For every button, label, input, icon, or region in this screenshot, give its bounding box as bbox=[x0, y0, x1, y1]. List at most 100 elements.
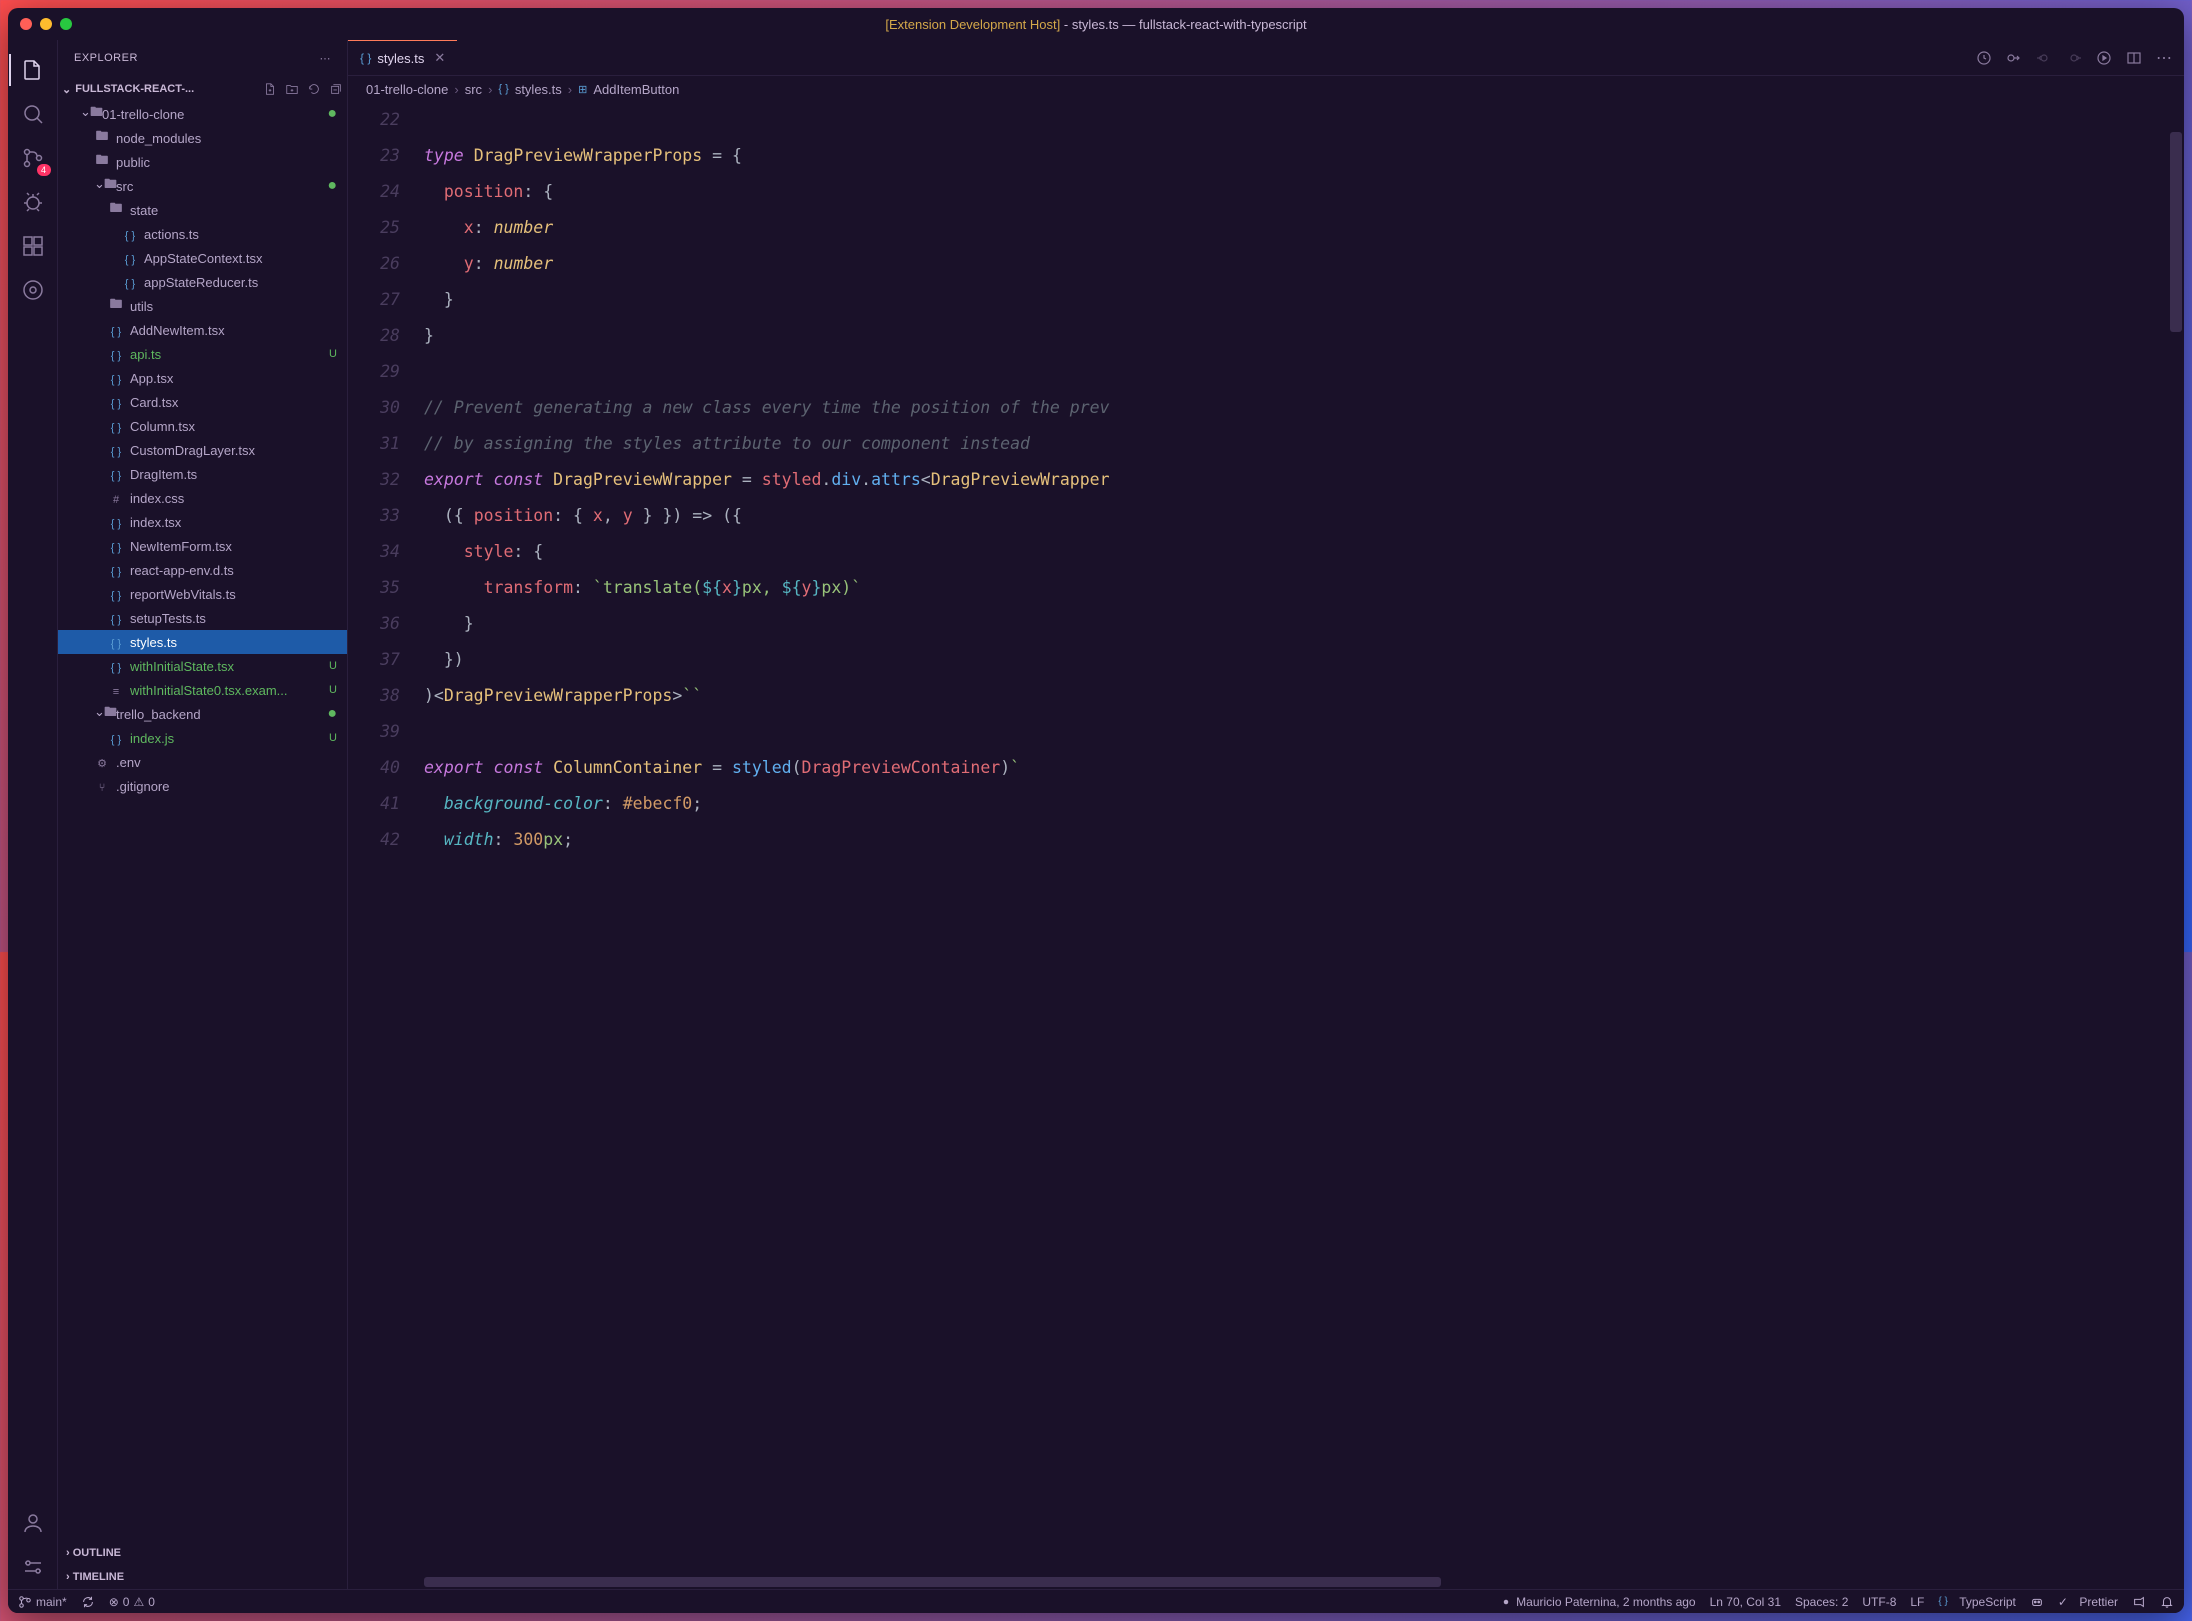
code-line[interactable]: type DragPreviewWrapperProps = { bbox=[424, 138, 2184, 174]
activity-explorer-icon[interactable] bbox=[9, 48, 57, 92]
tree-file[interactable]: #index.css bbox=[58, 486, 347, 510]
window-minimize-button[interactable] bbox=[40, 18, 52, 30]
breadcrumb-item[interactable]: styles.ts bbox=[515, 82, 562, 97]
tree-file[interactable]: { }Column.tsx bbox=[58, 414, 347, 438]
code-line[interactable]: background-color: #ebecf0; bbox=[424, 786, 2184, 822]
minimap-thumb[interactable] bbox=[2170, 132, 2182, 332]
breadcrumb-item[interactable]: 01-trello-clone bbox=[366, 82, 448, 97]
new-folder-icon[interactable] bbox=[285, 82, 299, 96]
tab-close-icon[interactable]: ✕ bbox=[434, 50, 445, 66]
code-line[interactable]: )<DragPreviewWrapperProps>`` bbox=[424, 678, 2184, 714]
tree-folder[interactable]: ⌄🖿trello_backend● bbox=[58, 702, 347, 726]
code-line[interactable]: width: 300px; bbox=[424, 822, 2184, 858]
activity-debug-icon[interactable] bbox=[9, 180, 57, 224]
timeline-section[interactable]: › TIMELINE bbox=[58, 1565, 347, 1589]
code-line[interactable]: position: { bbox=[424, 174, 2184, 210]
tree-file[interactable]: { }api.tsU bbox=[58, 342, 347, 366]
tree-file[interactable]: { }appStateReducer.ts bbox=[58, 270, 347, 294]
code-line[interactable]: style: { bbox=[424, 534, 2184, 570]
code-line[interactable]: // Prevent generating a new class every … bbox=[424, 390, 2184, 426]
new-file-icon[interactable] bbox=[263, 82, 277, 96]
outline-section[interactable]: › OUTLINE bbox=[58, 1541, 347, 1565]
activity-source-control-icon[interactable]: 4 bbox=[9, 136, 57, 180]
tree-file[interactable]: { }Card.tsx bbox=[58, 390, 347, 414]
tree-file[interactable]: { }DragItem.ts bbox=[58, 462, 347, 486]
tree-folder[interactable]: 🖿node_modules bbox=[58, 126, 347, 150]
tab-styles-ts[interactable]: { } styles.ts ✕ bbox=[348, 40, 457, 75]
status-prettier[interactable]: ✓ Prettier bbox=[2058, 1595, 2118, 1609]
code-line[interactable]: x: number bbox=[424, 210, 2184, 246]
code-line[interactable] bbox=[424, 714, 2184, 750]
breadcrumb-item[interactable]: AddItemButton bbox=[593, 82, 679, 97]
code-line[interactable]: } bbox=[424, 318, 2184, 354]
status-sync[interactable] bbox=[81, 1595, 95, 1609]
breadcrumbs[interactable]: 01-trello-clone › src › { } styles.ts › … bbox=[348, 76, 2184, 102]
tree-file[interactable]: { }styles.ts bbox=[58, 630, 347, 654]
status-notifications-icon[interactable] bbox=[2160, 1595, 2174, 1609]
status-git-blame[interactable]: Mauricio Paternina, 2 months ago bbox=[1500, 1595, 1695, 1609]
tree-file[interactable]: { }react-app-env.d.ts bbox=[58, 558, 347, 582]
run-icon[interactable] bbox=[2096, 50, 2112, 66]
activity-search-icon[interactable] bbox=[9, 92, 57, 136]
history-icon[interactable] bbox=[1976, 50, 1992, 66]
minimap[interactable] bbox=[2168, 102, 2184, 1589]
tree-folder[interactable]: 🖿state bbox=[58, 198, 347, 222]
activity-extensions-icon[interactable] bbox=[9, 224, 57, 268]
tree-folder[interactable]: ⌄🖿src● bbox=[58, 174, 347, 198]
tree-file[interactable]: ⚙.env bbox=[58, 750, 347, 774]
next-change-icon[interactable] bbox=[2066, 50, 2082, 66]
tree-file[interactable]: { }setupTests.ts bbox=[58, 606, 347, 630]
code-line[interactable]: export const DragPreviewWrapper = styled… bbox=[424, 462, 2184, 498]
activity-account-icon[interactable] bbox=[9, 1501, 57, 1545]
tree-file[interactable]: { }AddNewItem.tsx bbox=[58, 318, 347, 342]
changes-icon[interactable] bbox=[2006, 50, 2022, 66]
collapse-all-icon[interactable] bbox=[329, 82, 343, 96]
prev-change-icon[interactable] bbox=[2036, 50, 2052, 66]
code-line[interactable]: // by assigning the styles attribute to … bbox=[424, 426, 2184, 462]
status-copilot-icon[interactable] bbox=[2030, 1595, 2044, 1609]
more-actions-icon[interactable]: ⋯ bbox=[2156, 48, 2172, 68]
tree-file[interactable]: ⑂.gitignore bbox=[58, 774, 347, 798]
refresh-icon[interactable] bbox=[307, 82, 321, 96]
status-problems[interactable]: ⊗0 ⚠0 bbox=[109, 1595, 155, 1609]
tree-file[interactable]: { }index.tsx bbox=[58, 510, 347, 534]
status-eol[interactable]: LF bbox=[1910, 1595, 1924, 1609]
tree-file[interactable]: { }NewItemForm.tsx bbox=[58, 534, 347, 558]
split-editor-icon[interactable] bbox=[2126, 50, 2142, 66]
code-line[interactable]: }) bbox=[424, 642, 2184, 678]
horizontal-scrollbar[interactable] bbox=[424, 1577, 2064, 1587]
code-line[interactable] bbox=[424, 102, 2184, 138]
window-close-button[interactable] bbox=[20, 18, 32, 30]
tree-file[interactable]: { }actions.ts bbox=[58, 222, 347, 246]
tree-folder[interactable]: ⌄🖿01-trello-clone● bbox=[58, 102, 347, 126]
tree-file[interactable]: ≡withInitialState0.tsx.exam...U bbox=[58, 678, 347, 702]
explorer-more-icon[interactable]: ⋯ bbox=[320, 52, 332, 65]
tree-file[interactable]: { }withInitialState.tsxU bbox=[58, 654, 347, 678]
code-line[interactable]: ({ position: { x, y } }) => ({ bbox=[424, 498, 2184, 534]
tree-file[interactable]: { }index.jsU bbox=[58, 726, 347, 750]
status-language[interactable]: { } TypeScript bbox=[1938, 1595, 2016, 1609]
tree-file[interactable]: { }CustomDragLayer.tsx bbox=[58, 438, 347, 462]
tree-file[interactable]: { }App.tsx bbox=[58, 366, 347, 390]
file-tree[interactable]: ⌄🖿01-trello-clone●🖿node_modules🖿public⌄🖿… bbox=[58, 102, 347, 1541]
window-maximize-button[interactable] bbox=[60, 18, 72, 30]
code-content[interactable]: type DragPreviewWrapperProps = { positio… bbox=[424, 102, 2184, 1589]
activity-settings-icon[interactable] bbox=[9, 1545, 57, 1589]
tree-file[interactable]: { }AppStateContext.tsx bbox=[58, 246, 347, 270]
code-line[interactable]: } bbox=[424, 606, 2184, 642]
status-cursor-position[interactable]: Ln 70, Col 31 bbox=[1710, 1595, 1781, 1609]
status-branch[interactable]: main* bbox=[18, 1595, 67, 1609]
tree-folder[interactable]: 🖿public bbox=[58, 150, 347, 174]
code-line[interactable] bbox=[424, 354, 2184, 390]
code-line[interactable]: } bbox=[424, 282, 2184, 318]
code-line[interactable]: y: number bbox=[424, 246, 2184, 282]
scrollbar-thumb[interactable] bbox=[424, 1577, 1441, 1587]
status-feedback-icon[interactable] bbox=[2132, 1595, 2146, 1609]
tree-file[interactable]: { }reportWebVitals.ts bbox=[58, 582, 347, 606]
code-line[interactable]: export const ColumnContainer = styled(Dr… bbox=[424, 750, 2184, 786]
breadcrumb-item[interactable]: src bbox=[465, 82, 482, 97]
activity-gitlens-icon[interactable] bbox=[9, 268, 57, 312]
code-editor[interactable]: 2223242526272829303132333435363738394041… bbox=[348, 102, 2184, 1589]
workspace-folder-header[interactable]: ⌄ FULLSTACK-REACT-... bbox=[58, 76, 347, 102]
code-line[interactable]: transform: `translate(${x}px, ${y}px)` bbox=[424, 570, 2184, 606]
